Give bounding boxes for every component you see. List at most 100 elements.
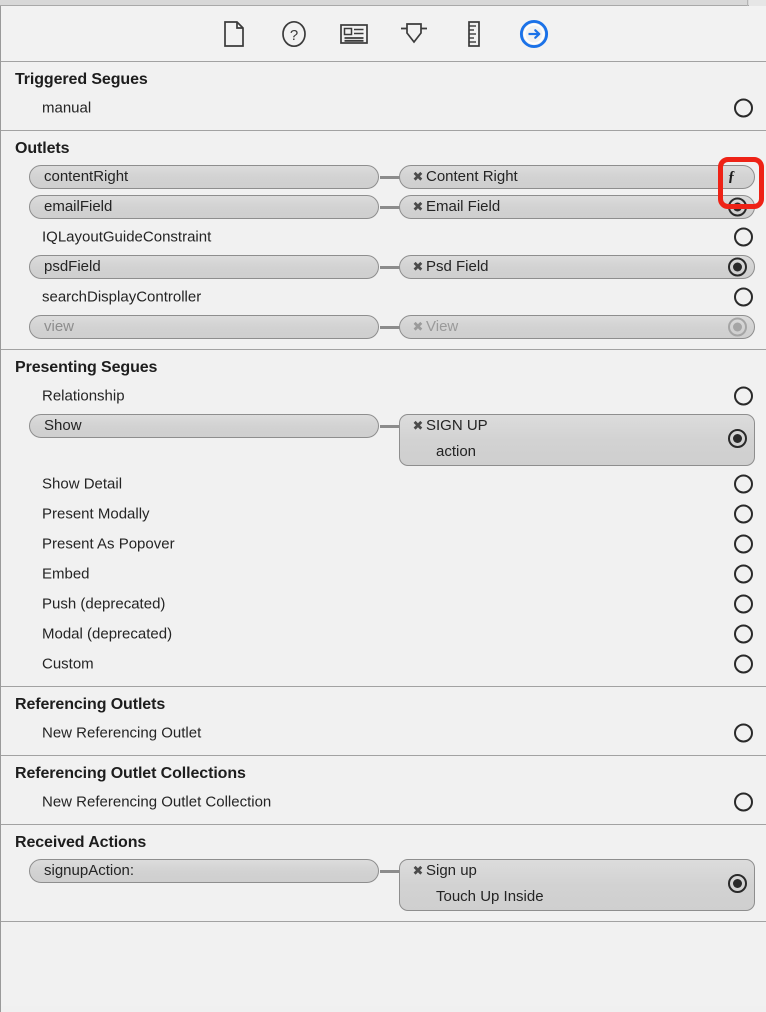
- connection-source-pill[interactable]: contentRight: [29, 165, 379, 189]
- connection-row[interactable]: manual: [1, 93, 766, 123]
- connection-label: Push (deprecated): [42, 595, 166, 613]
- disconnect-icon[interactable]: ✖: [410, 316, 426, 338]
- connection-well[interactable]: [734, 98, 753, 118]
- section-triggered-segues: Triggered Segues manual: [1, 62, 766, 131]
- connection-row[interactable]: IQLayoutGuideConstraint: [1, 222, 766, 252]
- connection-well[interactable]: [734, 287, 753, 307]
- connection-source-pill[interactable]: Show: [29, 414, 379, 438]
- section-referencing-outlets: Referencing Outlets New Referencing Outle…: [1, 687, 766, 756]
- connection-well[interactable]: [728, 317, 747, 337]
- connection-line: [380, 425, 400, 428]
- connection-well[interactable]: [734, 654, 753, 674]
- section-title: Triggered Segues: [15, 71, 148, 88]
- connection-label: New Referencing Outlet Collection: [42, 793, 272, 811]
- connection-target-label: Sign up: [426, 862, 477, 879]
- connection-source-pill[interactable]: emailField: [29, 195, 379, 219]
- tab-file-inspector[interactable]: [217, 17, 251, 51]
- connection-target-pill[interactable]: ✖ SIGN UP action: [399, 414, 755, 466]
- section-bottom-padding: [1, 914, 766, 921]
- section-title: Presenting Segues: [15, 359, 158, 376]
- connection-target-subtitle: Touch Up Inside: [436, 888, 544, 905]
- connection-row[interactable]: Embed: [1, 559, 766, 589]
- connection-row[interactable]: Custom: [1, 649, 766, 679]
- connection-well[interactable]: [734, 564, 753, 584]
- connection-line: [380, 176, 400, 179]
- section-received-actions: Received Actions signupAction: ✖ Sign up Tou…: [1, 825, 766, 922]
- connection-row[interactable]: Push (deprecated): [1, 589, 766, 619]
- connection-label: Embed: [42, 565, 90, 583]
- connection-cursor-glyph: ƒ: [727, 168, 736, 185]
- connection-well[interactable]: [734, 594, 753, 614]
- connection-target-label: Content Right: [426, 168, 518, 185]
- connection-target-label: SIGN UP: [426, 417, 488, 434]
- section-title: Referencing Outlet Collections: [15, 765, 246, 782]
- connection-row[interactable]: New Referencing Outlet: [1, 718, 766, 748]
- connection-well[interactable]: [728, 429, 747, 448]
- connection-source-pill[interactable]: view: [29, 315, 379, 339]
- tab-quick-help-inspector[interactable]: ?: [277, 17, 311, 51]
- connection-well[interactable]: [734, 624, 753, 644]
- connection-row[interactable]: Show Detail: [1, 469, 766, 499]
- connection-row[interactable]: psdField ✖ Psd Field: [1, 252, 766, 282]
- connection-well[interactable]: [734, 534, 753, 554]
- connection-row[interactable]: Present As Popover: [1, 529, 766, 559]
- connection-well[interactable]: [734, 474, 753, 494]
- connection-well[interactable]: [728, 257, 747, 277]
- connection-target-label: Email Field: [426, 198, 501, 215]
- section-bottom-padding: [1, 679, 766, 686]
- connection-target-label: View: [426, 318, 459, 335]
- connection-label: Custom: [42, 655, 94, 673]
- disconnect-icon[interactable]: ✖: [410, 196, 426, 218]
- panel-empty-area: [1, 922, 766, 1006]
- connection-target-pill[interactable]: ✖ View: [399, 315, 755, 339]
- sections-container: Triggered Segues manual Outlets contentRigh…: [1, 62, 766, 922]
- inspector-panel: ? Triggered Segues manual Outlets conten…: [0, 6, 766, 1012]
- connections-inspector-window: ? Triggered Segues manual Outlets conten…: [0, 0, 766, 1012]
- connection-row[interactable]: Modal (deprecated): [1, 619, 766, 649]
- connection-label: manual: [42, 99, 92, 117]
- connection-row[interactable]: Show ✖ SIGN UP action: [1, 411, 766, 469]
- disconnect-icon[interactable]: ✖: [410, 166, 426, 188]
- section-referencing-outlet-collections: Referencing Outlet Collections New Refere…: [1, 756, 766, 825]
- connection-row[interactable]: searchDisplayController: [1, 282, 766, 312]
- connection-target-pill[interactable]: ✖ Email Field: [399, 195, 755, 219]
- connection-well[interactable]: [734, 227, 753, 247]
- disconnect-icon[interactable]: ✖: [410, 256, 426, 278]
- connection-well[interactable]: [734, 504, 753, 524]
- connection-row[interactable]: view ✖ View: [1, 312, 766, 342]
- connection-well[interactable]: [728, 197, 747, 217]
- connection-target-pill[interactable]: ✖ Psd Field: [399, 255, 755, 279]
- connection-label: searchDisplayController: [42, 288, 202, 306]
- connection-target-pill[interactable]: ✖ Sign up Touch Up Inside: [399, 859, 755, 911]
- section-bottom-padding: [1, 748, 766, 755]
- connection-well[interactable]: [734, 386, 753, 406]
- svg-text:?: ?: [289, 27, 297, 44]
- connection-row[interactable]: emailField ✖ Email Field: [1, 192, 766, 222]
- question-icon: ?: [281, 20, 307, 48]
- connection-label: Present As Popover: [42, 535, 175, 553]
- connection-well-hovered[interactable]: ƒ: [720, 166, 743, 188]
- connection-row[interactable]: contentRight ✖ Content Right ƒ: [1, 157, 766, 209]
- connection-target-pill[interactable]: ✖ Content Right ƒ: [399, 165, 755, 189]
- tab-identity-inspector[interactable]: [337, 17, 371, 51]
- section-presenting-segues: Presenting Segues Relationship Show ✖ SIGN U…: [1, 350, 766, 687]
- disconnect-icon[interactable]: ✖: [410, 860, 426, 882]
- connection-source-pill[interactable]: psdField: [29, 255, 379, 279]
- section-title: Outlets: [15, 140, 70, 157]
- connection-row[interactable]: New Referencing Outlet Collection: [1, 787, 766, 817]
- id-card-icon: [339, 23, 368, 45]
- connection-label: Present Modally: [42, 505, 150, 523]
- disconnect-icon[interactable]: ✖: [410, 415, 426, 437]
- connection-row[interactable]: Relationship: [1, 381, 766, 411]
- connection-target-label: Psd Field: [426, 258, 489, 275]
- connection-row[interactable]: signupAction: ✖ Sign up Touch Up Inside: [1, 856, 766, 914]
- tab-connections-inspector[interactable]: [517, 17, 551, 51]
- section-outlets: Outlets contentRight ✖ Content Right ƒ emailF…: [1, 131, 766, 350]
- connection-well[interactable]: [728, 874, 747, 893]
- connection-source-pill[interactable]: signupAction:: [29, 859, 379, 883]
- tab-attributes-inspector[interactable]: [397, 17, 431, 51]
- tab-size-inspector[interactable]: [457, 17, 491, 51]
- connection-well[interactable]: [734, 792, 753, 812]
- connection-well[interactable]: [734, 723, 753, 743]
- connection-row[interactable]: Present Modally: [1, 499, 766, 529]
